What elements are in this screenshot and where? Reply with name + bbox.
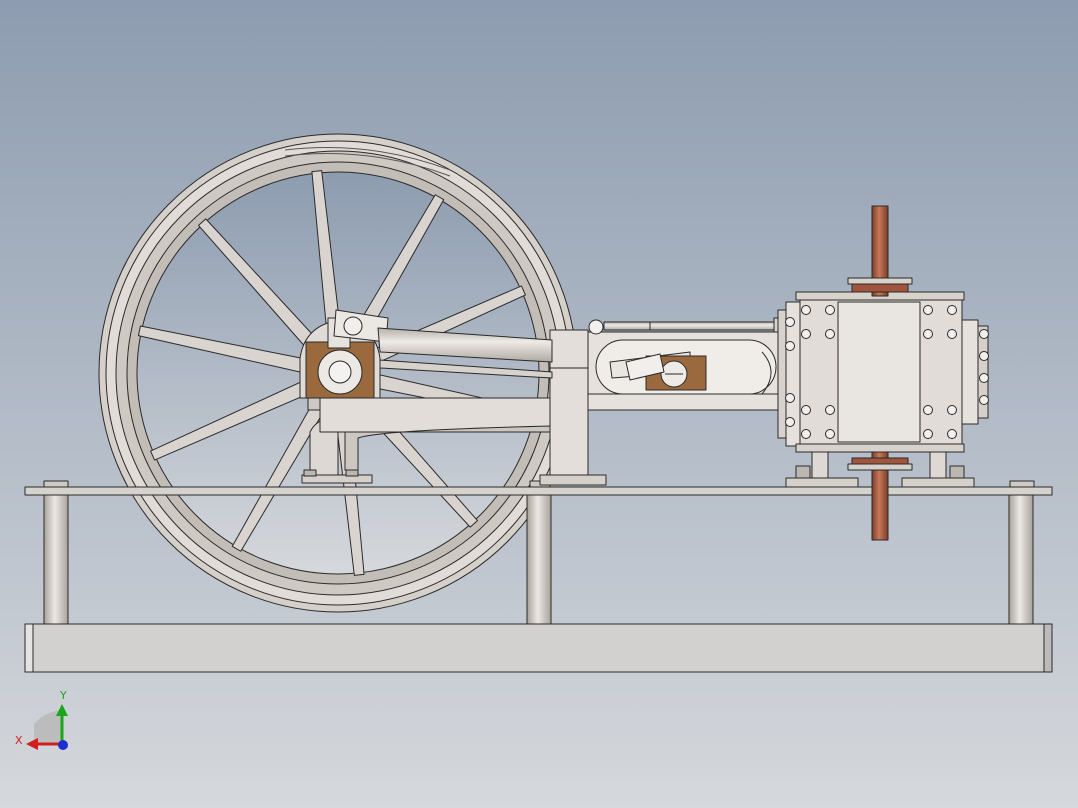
bolt	[801, 329, 811, 339]
crosshead-guide[interactable]	[587, 331, 779, 411]
triad-y-label: Y	[59, 689, 67, 702]
bolt	[825, 429, 835, 439]
bolt	[785, 393, 795, 403]
bolt	[947, 429, 957, 439]
bolt	[801, 429, 811, 439]
bolt	[923, 405, 933, 415]
bolt	[923, 429, 933, 439]
bolt	[979, 373, 989, 383]
triad-x-label: X	[15, 734, 23, 747]
bolt	[801, 305, 811, 315]
bolt	[923, 305, 933, 315]
bolt	[979, 351, 989, 361]
bolt	[947, 305, 957, 315]
bolt	[785, 341, 795, 351]
bolt	[785, 417, 795, 427]
bolt	[825, 329, 835, 339]
bolt	[979, 329, 989, 339]
bolt	[825, 405, 835, 415]
bolt	[947, 405, 957, 415]
bolt	[801, 405, 811, 415]
bolt	[825, 305, 835, 315]
bolt	[979, 395, 989, 405]
bolt	[923, 329, 933, 339]
bolt	[785, 317, 795, 327]
bolt	[947, 329, 957, 339]
base-board[interactable]	[24, 623, 1053, 673]
steam-cylinder[interactable]	[777, 291, 989, 453]
cad-viewport[interactable]: Y X	[0, 0, 1078, 808]
